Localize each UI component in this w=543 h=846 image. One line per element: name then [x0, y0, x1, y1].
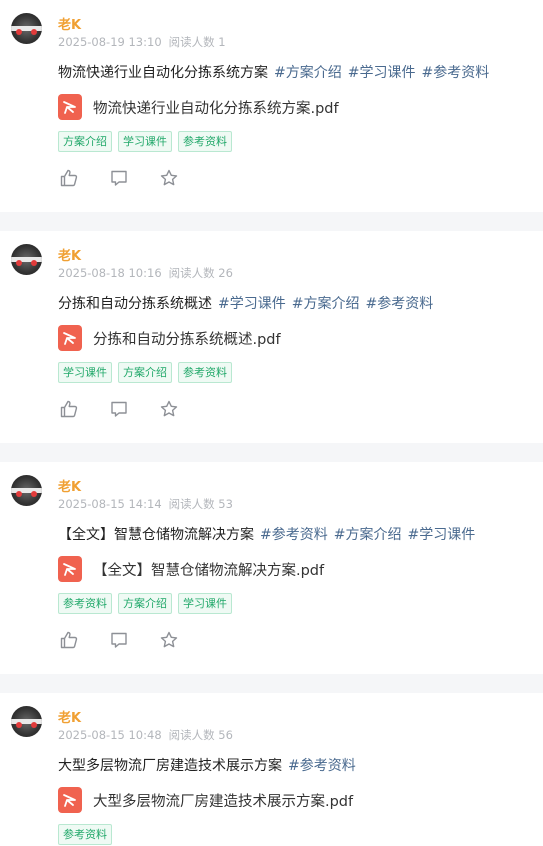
pdf-icon — [58, 787, 82, 813]
file-attachment[interactable]: 大型多层物流厂房建造技术展示方案.pdf — [58, 787, 353, 813]
avatar[interactable] — [11, 475, 42, 506]
tag-chips: 参考资料 — [58, 824, 118, 845]
hashtag[interactable]: #学习课件 — [407, 527, 475, 543]
hashtag[interactable]: #方案介绍 — [292, 296, 360, 312]
tag-chip[interactable]: 参考资料 — [178, 362, 232, 383]
pdf-icon — [58, 94, 82, 120]
post-title-text[interactable]: 大型多层物流厂房建造技术展示方案 — [58, 758, 282, 774]
tag-chips: 参考资料 方案介绍 学习课件 — [58, 593, 238, 614]
hashtag[interactable]: #学习课件 — [218, 296, 286, 312]
author-name[interactable]: 老K — [58, 14, 81, 33]
post-date: 2025-08-18 10:16 — [58, 266, 162, 280]
file-name[interactable]: 大型多层物流厂房建造技术展示方案.pdf — [93, 790, 353, 811]
post-meta: 2025-08-18 10:16 阅读人数 26 — [58, 265, 233, 281]
thumbs-up-icon[interactable] — [59, 399, 79, 419]
post-title[interactable]: 物流快递行业自动化分拣系统方案 #方案介绍 #学习课件 #参考资料 — [58, 62, 489, 82]
thumbs-up-icon[interactable] — [59, 630, 79, 650]
author-name[interactable]: 老K — [58, 476, 81, 495]
view-count: 阅读人数 56 — [168, 728, 233, 742]
post-actions — [59, 399, 209, 419]
pdf-icon — [58, 325, 82, 351]
file-name[interactable]: 物流快递行业自动化分拣系统方案.pdf — [93, 97, 339, 118]
tag-chip[interactable]: 方案介绍 — [118, 593, 172, 614]
view-count: 阅读人数 53 — [168, 497, 233, 511]
star-icon[interactable] — [159, 630, 179, 650]
tag-chip[interactable]: 参考资料 — [58, 593, 112, 614]
comment-icon[interactable] — [109, 630, 129, 650]
post-actions — [59, 168, 209, 188]
post-card[interactable]: 老K 2025-08-18 10:16 阅读人数 26 分拣和自动分拣系统概述 #学… — [0, 231, 543, 443]
post-title-text[interactable]: 物流快递行业自动化分拣系统方案 — [58, 65, 268, 81]
post-title[interactable]: 【全文】智慧仓储物流解决方案 #参考资料 #方案介绍 #学习课件 — [58, 524, 475, 544]
file-name[interactable]: 【全文】智慧仓储物流解决方案.pdf — [93, 559, 324, 580]
hashtag[interactable]: #方案介绍 — [334, 527, 402, 543]
hashtag[interactable]: #参考资料 — [365, 296, 433, 312]
view-count: 阅读人数 1 — [168, 35, 226, 49]
post-card[interactable]: 老K 2025-08-15 14:14 阅读人数 53 【全文】智慧仓储物流解决方… — [0, 462, 543, 674]
post-title-text[interactable]: 分拣和自动分拣系统概述 — [58, 296, 212, 312]
post-card[interactable]: 老K 2025-08-15 10:48 阅读人数 56 大型多层物流厂房建造技术展… — [0, 693, 543, 846]
avatar[interactable] — [11, 244, 42, 275]
post-feed: 老K 2025-08-19 13:10 阅读人数 1 物流快递行业自动化分拣系统方… — [0, 0, 543, 846]
post-date: 2025-08-15 10:48 — [58, 728, 162, 742]
file-attachment[interactable]: 分拣和自动分拣系统概述.pdf — [58, 325, 281, 351]
post-title[interactable]: 大型多层物流厂房建造技术展示方案 #参考资料 — [58, 755, 356, 775]
post-actions — [59, 630, 209, 650]
file-attachment[interactable]: 【全文】智慧仓储物流解决方案.pdf — [58, 556, 324, 582]
tag-chip[interactable]: 参考资料 — [58, 824, 112, 845]
post-meta: 2025-08-15 14:14 阅读人数 53 — [58, 496, 233, 512]
tag-chip[interactable]: 方案介绍 — [118, 362, 172, 383]
post-meta: 2025-08-19 13:10 阅读人数 1 — [58, 34, 226, 50]
post-date: 2025-08-15 14:14 — [58, 497, 162, 511]
hashtag[interactable]: #方案介绍 — [274, 65, 342, 81]
hashtag[interactable]: #参考资料 — [421, 65, 489, 81]
thumbs-up-icon[interactable] — [59, 168, 79, 188]
post-title[interactable]: 分拣和自动分拣系统概述 #学习课件 #方案介绍 #参考资料 — [58, 293, 433, 313]
hashtag[interactable]: #参考资料 — [260, 527, 328, 543]
tag-chip[interactable]: 学习课件 — [58, 362, 112, 383]
tag-chip[interactable]: 参考资料 — [178, 131, 232, 152]
avatar[interactable] — [11, 706, 42, 737]
star-icon[interactable] — [159, 399, 179, 419]
comment-icon[interactable] — [109, 399, 129, 419]
post-card[interactable]: 老K 2025-08-19 13:10 阅读人数 1 物流快递行业自动化分拣系统方… — [0, 0, 543, 212]
post-meta: 2025-08-15 10:48 阅读人数 56 — [58, 727, 233, 743]
tag-chips: 学习课件 方案介绍 参考资料 — [58, 362, 238, 383]
hashtag[interactable]: #学习课件 — [348, 65, 416, 81]
tag-chips: 方案介绍 学习课件 参考资料 — [58, 131, 238, 152]
file-attachment[interactable]: 物流快递行业自动化分拣系统方案.pdf — [58, 94, 339, 120]
view-count: 阅读人数 26 — [168, 266, 233, 280]
author-name[interactable]: 老K — [58, 245, 81, 264]
avatar[interactable] — [11, 13, 42, 44]
post-title-text[interactable]: 【全文】智慧仓储物流解决方案 — [58, 527, 254, 543]
comment-icon[interactable] — [109, 168, 129, 188]
tag-chip[interactable]: 学习课件 — [118, 131, 172, 152]
author-name[interactable]: 老K — [58, 707, 81, 726]
tag-chip[interactable]: 学习课件 — [178, 593, 232, 614]
post-date: 2025-08-19 13:10 — [58, 35, 162, 49]
hashtag[interactable]: #参考资料 — [288, 758, 356, 774]
tag-chip[interactable]: 方案介绍 — [58, 131, 112, 152]
star-icon[interactable] — [159, 168, 179, 188]
file-name[interactable]: 分拣和自动分拣系统概述.pdf — [93, 328, 281, 349]
pdf-icon — [58, 556, 82, 582]
